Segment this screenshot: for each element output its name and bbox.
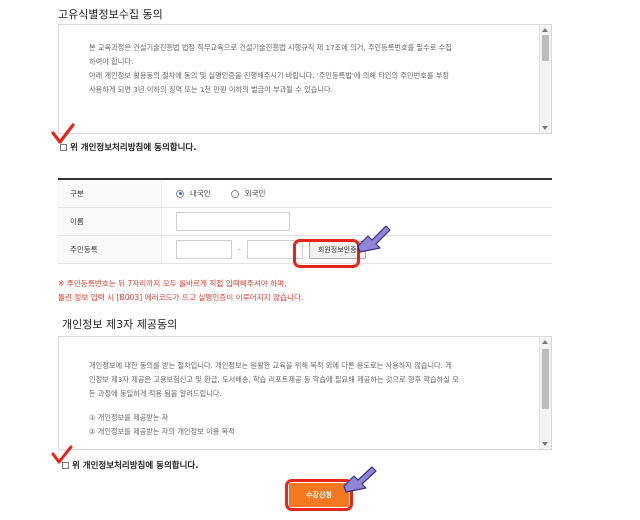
rrn-separator: -	[238, 245, 241, 254]
scroll-thumb[interactable]	[542, 349, 549, 409]
purple-arrow-icon	[357, 225, 391, 253]
name-label: 이름	[58, 208, 162, 235]
consent-text-line: 인정보 제3자 제공은 고용보험신고 및 환급, 도서배송, 학습 리포트제공 …	[89, 375, 459, 384]
rrn-notice-line-1: ※ 주민등록번호는 뒤 7자리까지 모두 올바르게 직접 입력해주셔야 하며,	[58, 279, 287, 288]
scrollbar[interactable]	[539, 337, 551, 449]
rrn-notice-line-2: 틀린 정보 입력 시 [B003] 에러코드가 뜨고 실명인증이 이루어지지 않…	[58, 293, 304, 302]
consent-text-line: ① 개인정보를 제공받는 자	[89, 413, 169, 422]
rrn-front-input[interactable]	[176, 240, 232, 259]
consent-text-line: 아래 개인정보 활용동의 절차에 동의 및 실명인증을 진행해주시기 바랍니다.…	[89, 71, 449, 80]
consent-text-line: 하여야 합니다.	[89, 57, 134, 66]
agree-label: 위 개인정보처리방침에 동의합니다.	[72, 461, 199, 471]
consent-text-line: 본 교육과정은 건설기술진흥법 법정 직무교육으로 건설기술진흥법 시행규칙 제…	[89, 43, 452, 52]
highlight-verify-button	[293, 239, 360, 268]
form-row-nationality: 구분 내국인 외국인	[58, 180, 552, 208]
nationality-label: 구분	[58, 180, 162, 207]
consent-title-third-party: 개인정보 제3자 제공동의	[62, 318, 178, 331]
scroll-thumb[interactable]	[542, 35, 549, 61]
name-input[interactable]	[176, 212, 290, 231]
consent-text-line	[89, 401, 527, 411]
rrn-label: 주민등록	[58, 236, 162, 263]
radio-foreign-label[interactable]: 외국인	[245, 188, 266, 199]
consent-text-line: 사용하게 되면 3년 이하의 징역 또는 1천 만원 이하의 벌금이 부과될 수…	[89, 85, 333, 94]
agree-checkbox-third-party[interactable]	[62, 461, 69, 469]
consent-text-line: ② 개인정보를 제공받는 자의 개인정보 이용 목적	[89, 427, 235, 436]
consent-title-unique-id: 고유식별정보수집 동의	[58, 8, 163, 21]
radio-domestic[interactable]	[176, 189, 184, 198]
radio-domestic-label[interactable]: 내국인	[190, 188, 211, 199]
radio-foreign[interactable]	[230, 189, 239, 198]
agree-label: 위 개인정보처리방침에 동의합니다.	[70, 143, 197, 153]
scroll-up-icon[interactable]	[542, 28, 548, 32]
consent-textbox-third-party[interactable]: 개인정보에 대한 동의를 받는 절차입니다. 개인정보는 원활한 교육을 위해 …	[58, 336, 552, 450]
purple-arrow-icon	[343, 466, 377, 493]
scroll-down-icon[interactable]	[542, 126, 548, 130]
agree-checkbox-unique-id[interactable]	[60, 143, 67, 151]
consent-textbox-unique-id[interactable]: 본 교육과정은 건설기술진흥법 법정 직무교육으로 건설기술진흥법 시행규칙 제…	[58, 24, 552, 134]
agree-row-third-party[interactable]: 위 개인정보처리방침에 동의합니다.	[62, 459, 198, 471]
scroll-up-icon[interactable]	[542, 340, 548, 344]
scrollbar[interactable]	[539, 25, 551, 133]
consent-text-line: 든 과정에 동일하게 적용 됨을 알려드립니다.	[89, 389, 222, 398]
scroll-down-icon[interactable]	[542, 442, 548, 446]
form-row-name: 이름	[58, 208, 552, 236]
consent-text-line: 개인정보에 대한 동의를 받는 절차입니다. 개인정보는 원활한 교육을 위해 …	[89, 361, 452, 370]
agree-row-unique-id[interactable]: 위 개인정보처리방침에 동의합니다.	[60, 141, 196, 153]
